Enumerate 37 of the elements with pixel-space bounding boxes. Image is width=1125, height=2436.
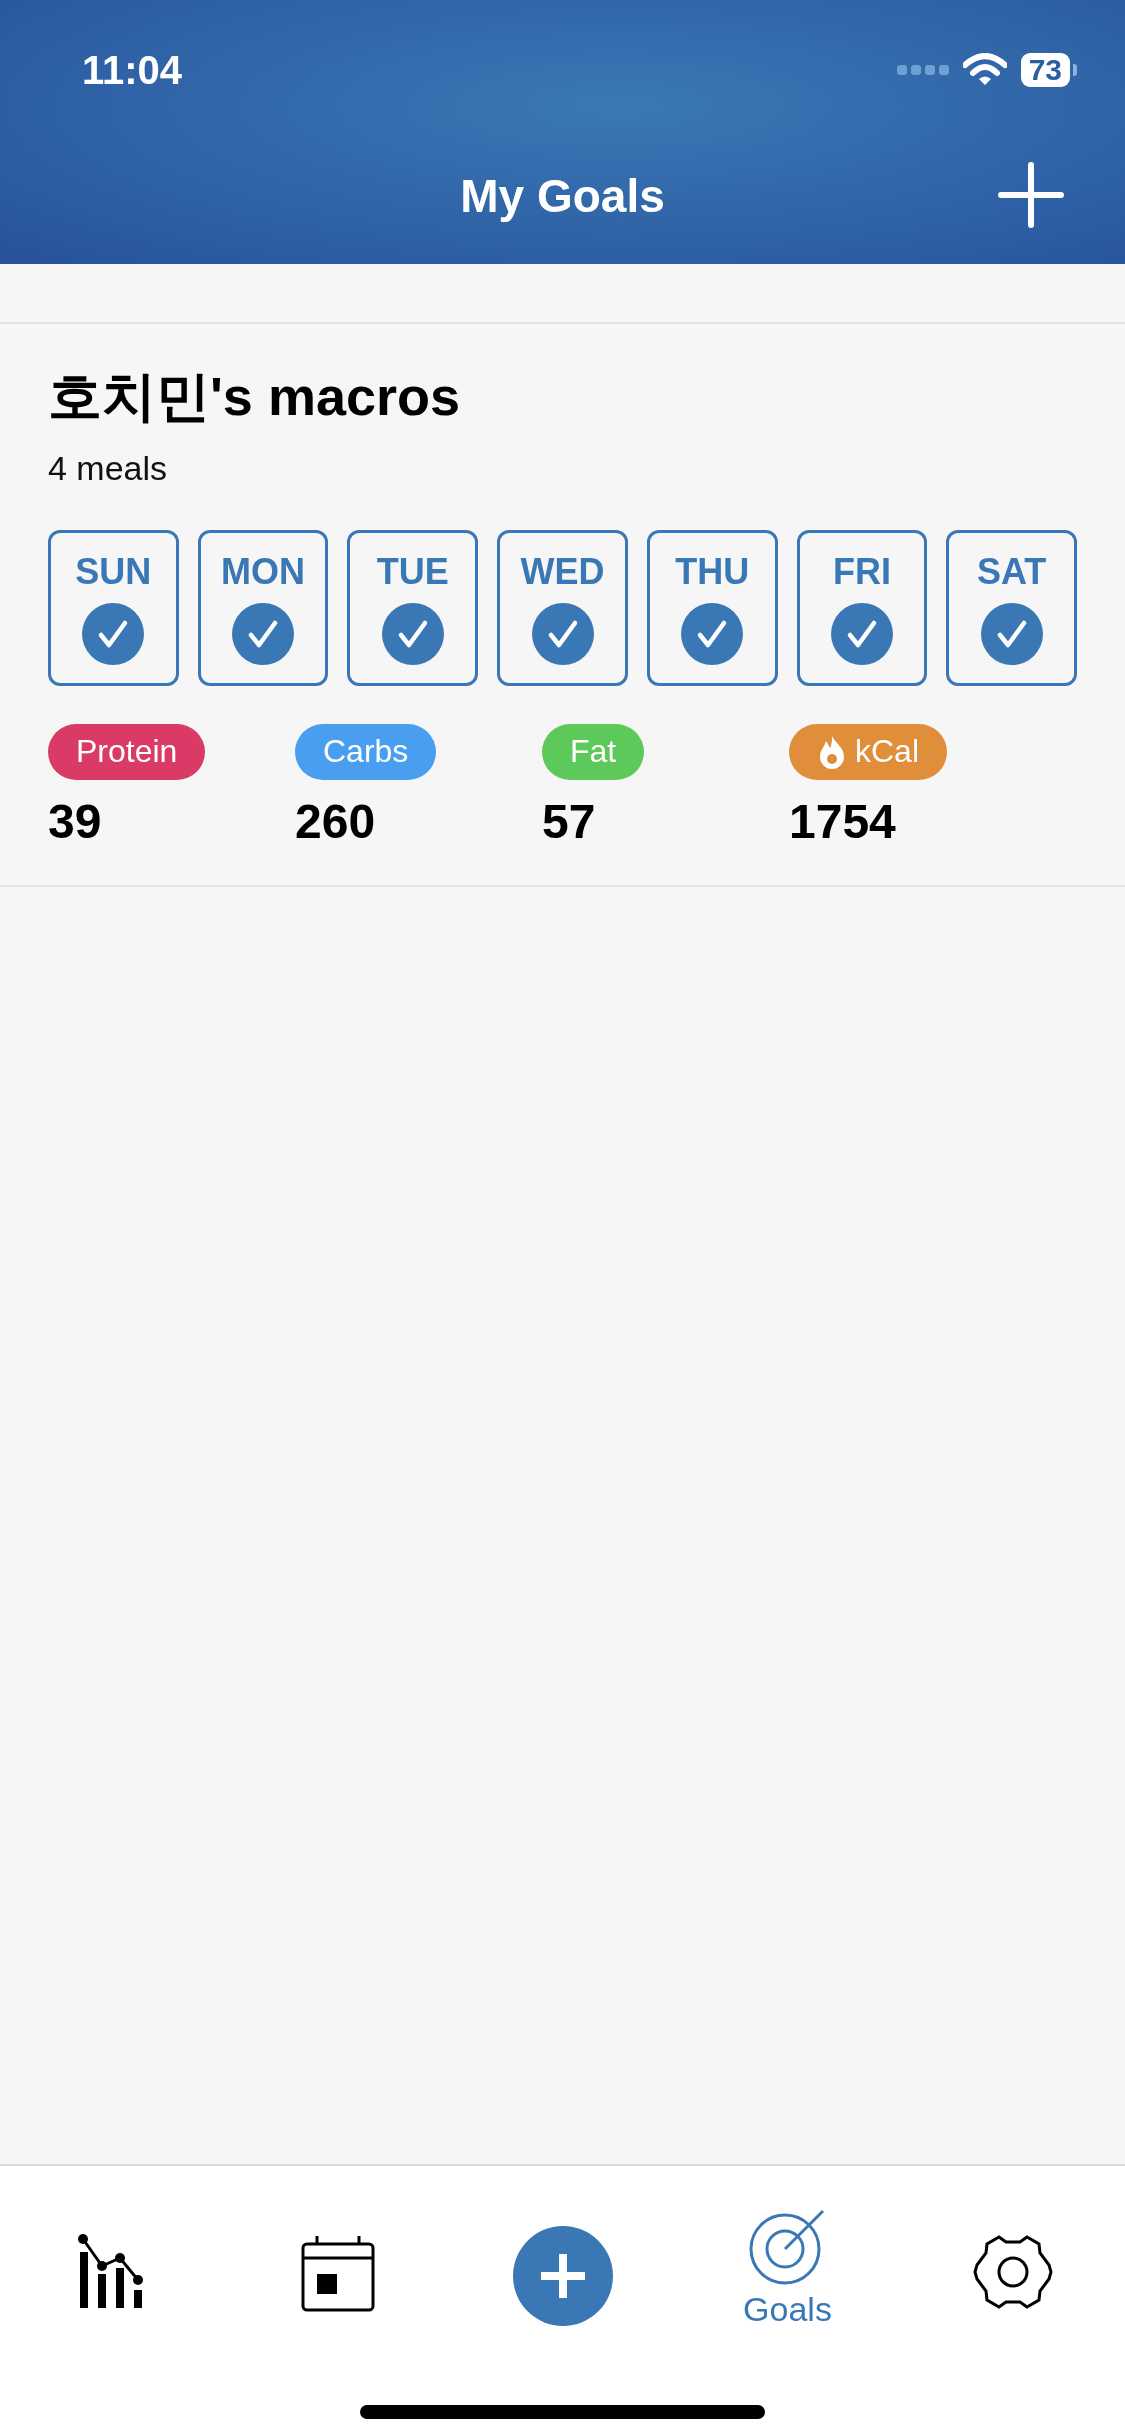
settings-icon (971, 2234, 1054, 2310)
macro-value: 39 (48, 793, 102, 849)
day-toggle[interactable]: TUE (347, 529, 479, 686)
check-circle-icon (82, 602, 145, 665)
add-icon[interactable] (998, 162, 1064, 228)
day-toggle[interactable]: THU (646, 529, 778, 686)
check-circle-icon (681, 602, 744, 665)
macro-tag: kCal (789, 723, 947, 780)
plus-icon (538, 2252, 587, 2300)
check-circle-icon (531, 602, 594, 665)
calendar-icon (300, 2234, 375, 2312)
day-toggle[interactable]: WED (497, 529, 628, 686)
check-circle-icon (830, 602, 893, 665)
goal-title: 호치민's macros (48, 365, 461, 428)
signal-icon (896, 64, 949, 76)
macro-tag: Fat (542, 723, 645, 780)
day-toggle[interactable]: SUN (48, 529, 179, 686)
macro-tag: Protein (48, 723, 206, 780)
day-toggle[interactable]: MON (197, 529, 329, 686)
page-title: My Goals (460, 169, 665, 223)
goals-tab[interactable]: Goals (743, 2208, 832, 2329)
check-circle-icon (232, 602, 295, 665)
status-time: 11:04 (82, 47, 183, 93)
check-circle-icon (381, 602, 444, 665)
macro-tag: Carbs (295, 723, 437, 780)
macro-value: 57 (542, 793, 596, 849)
calendar-tab[interactable] (300, 2234, 375, 2312)
flame-icon (817, 734, 847, 769)
macro-value: 260 (295, 793, 376, 849)
target-icon (748, 2208, 827, 2286)
day-toggle[interactable]: FRI (796, 529, 928, 686)
check-circle-icon (980, 602, 1043, 665)
macro-value: 1754 (789, 793, 896, 849)
day-toggle[interactable]: SAT (946, 529, 1078, 686)
meal-count: 4 meals (48, 448, 169, 488)
wifi-icon (962, 53, 1007, 87)
settings-tab[interactable] (971, 2234, 1054, 2310)
